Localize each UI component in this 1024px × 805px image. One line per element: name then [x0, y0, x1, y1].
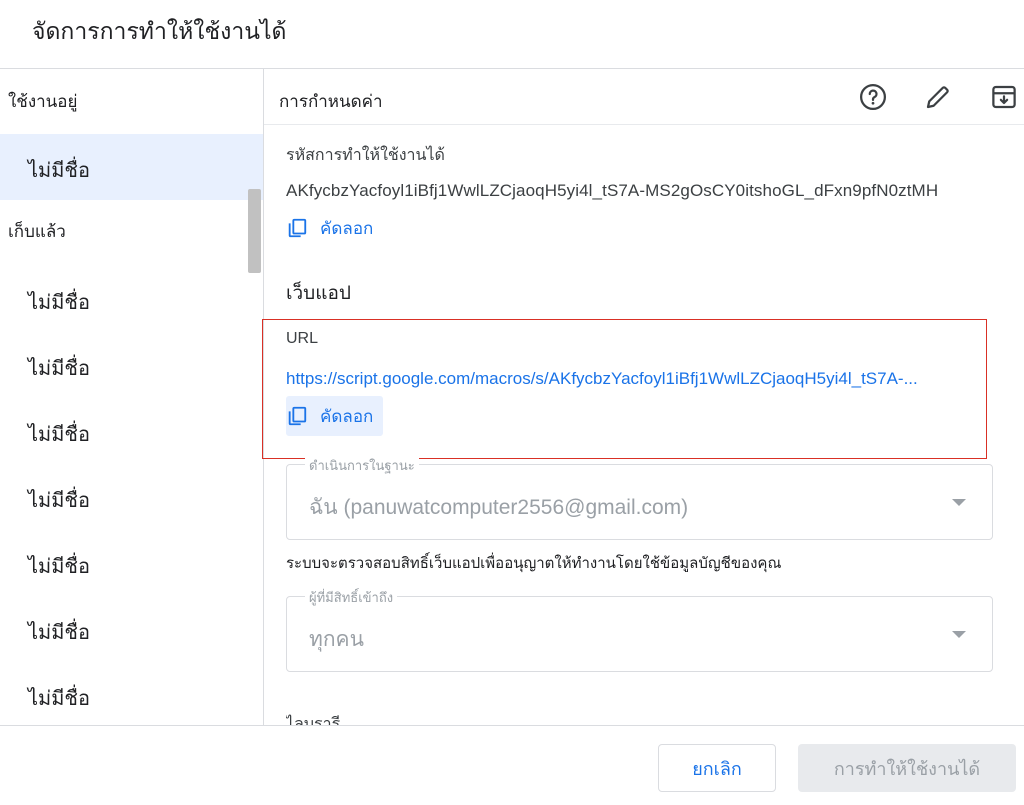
sidebar-item-label: ไม่มีชื่อ: [28, 622, 91, 644]
copy-label: คัดลอก: [320, 218, 374, 238]
url-label: URL: [286, 330, 319, 347]
active-deployments-heading: ใช้งานอยู่: [8, 92, 78, 111]
who-has-access-select[interactable]: ผู้ที่มีสิทธิ์เข้าถึง ทุกคน: [286, 587, 993, 672]
copy-icon: [286, 405, 308, 427]
who-has-access-value: ทุกคน: [309, 628, 364, 651]
sidebar-item-label: ไม่มีชื่อ: [28, 160, 91, 182]
sidebar-item-archived-deployment[interactable]: ไม่มีชื่อ: [0, 398, 263, 464]
dropdown-caret-icon: [952, 631, 966, 638]
copy-deployment-id-button[interactable]: คัดลอก: [286, 208, 373, 248]
sidebar-item-active-deployment[interactable]: ไม่มีชื่อ: [0, 134, 263, 200]
execute-as-value: ฉัน (panuwatcomputer2556@gmail.com): [309, 496, 689, 519]
header-divider: [264, 124, 1024, 125]
sidebar-item-archived-deployment[interactable]: ไม่มีชื่อ: [0, 464, 263, 530]
sidebar-item-label: ไม่มีชื่อ: [28, 292, 91, 314]
web-app-url-link[interactable]: https://script.google.com/macros/s/AKfyc…: [286, 369, 986, 389]
sidebar-item-label: ไม่มีชื่อ: [28, 556, 91, 578]
copy-url-button[interactable]: คัดลอก: [286, 396, 384, 436]
sidebar-item-label: ไม่มีชื่อ: [28, 424, 91, 446]
deploy-button[interactable]: การทำให้ใช้งานได้: [798, 744, 1016, 792]
url-highlight-box: [262, 319, 987, 459]
help-icon[interactable]: [858, 82, 888, 112]
footer-divider: [0, 725, 1024, 726]
archived-deployments-heading: เก็บแล้ว: [8, 222, 66, 241]
sidebar-item-archived-deployment[interactable]: ไม่มีชื่อ: [0, 596, 263, 662]
sidebar-item-archived-deployment[interactable]: ไม่มีชื่อ: [0, 662, 263, 725]
sidebar-item-archived-deployment[interactable]: ไม่มีชื่อ: [0, 266, 263, 332]
execute-as-select[interactable]: ดำเนินการในฐานะ ฉัน (panuwatcomputer2556…: [286, 455, 993, 540]
dialog-title: จัดการการทำให้ใช้งานได้: [32, 18, 287, 44]
deployments-sidebar: ใช้งานอยู่ ไม่มีชื่อ เก็บแล้ว ไม่มีชื่อ …: [0, 69, 263, 725]
sidebar-item-archived-deployment[interactable]: ไม่มีชื่อ: [0, 332, 263, 398]
edit-pencil-icon[interactable]: [923, 82, 953, 112]
copy-label: คัดลอก: [320, 406, 374, 426]
archive-icon[interactable]: [989, 82, 1019, 112]
execute-as-help-text: ระบบจะตรวจสอบสิทธิ์เว็บแอปเพื่ออนุญาตให้…: [286, 555, 782, 572]
sidebar-item-label: ไม่มีชื่อ: [28, 490, 91, 512]
configuration-heading: การกำหนดค่า: [279, 92, 383, 111]
sidebar-item-label: ไม่มีชื่อ: [28, 688, 91, 710]
deployment-id-value: AKfycbzYacfoyl1iBfj1WwlLZCjaoqH5yi4l_tS7…: [286, 181, 939, 200]
execute-as-legend: ดำเนินการในฐานะ: [305, 455, 419, 476]
sidebar-scrollbar-thumb[interactable]: [248, 189, 261, 273]
deployment-id-label: รหัสการทำให้ใช้งานได้: [286, 147, 445, 164]
web-app-section-title: เว็บแอป: [286, 283, 351, 304]
sidebar-item-label: ไม่มีชื่อ: [28, 358, 91, 380]
cancel-button[interactable]: ยกเลิก: [658, 744, 776, 792]
dropdown-caret-icon: [952, 499, 966, 506]
sidebar-item-archived-deployment[interactable]: ไม่มีชื่อ: [0, 530, 263, 596]
library-section-label: ไลบรารี: [286, 716, 341, 725]
copy-icon: [286, 217, 308, 239]
who-has-access-legend: ผู้ที่มีสิทธิ์เข้าถึง: [305, 587, 398, 608]
